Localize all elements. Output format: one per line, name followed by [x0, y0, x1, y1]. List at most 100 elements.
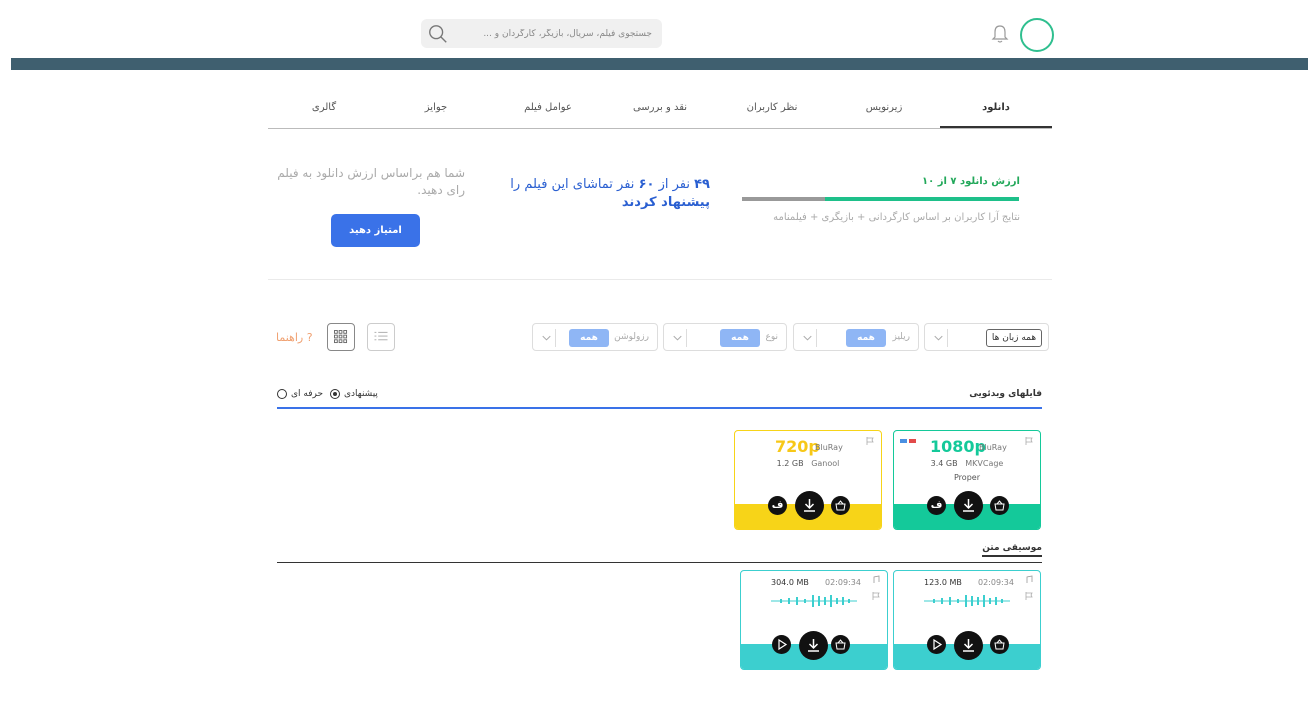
video-size: 1.2 GB	[776, 459, 804, 468]
radio-unchecked-icon	[277, 389, 287, 399]
video-encoder: MKVCage	[965, 459, 1004, 468]
rating-title: ارزش دانلود ۷ از ۱۰	[922, 176, 1020, 187]
rating-note: نتایج آرا کاربران بر اساس کارگردانی + با…	[773, 212, 1020, 223]
basket-icon	[994, 500, 1005, 511]
download-button[interactable]	[954, 631, 983, 660]
download-icon	[963, 639, 974, 652]
radio-checked-icon	[330, 389, 340, 399]
bell-icon[interactable]	[990, 23, 1010, 45]
recommend-total: ۶۰	[638, 177, 655, 192]
video-section-title: فایلهای ویدئویی	[969, 389, 1042, 399]
flag-icon[interactable]	[1024, 436, 1034, 446]
language-filter[interactable]: همه زبان ها	[924, 323, 1049, 351]
help-label: راهنما	[276, 331, 304, 344]
type-filter-label: نوع	[765, 332, 778, 342]
video-quality: 720p	[775, 437, 820, 456]
music-card[interactable]: 304.0 MB 02:09:34	[740, 570, 888, 670]
divider	[268, 279, 1052, 280]
list-icon	[374, 331, 388, 341]
header-banner	[11, 58, 1308, 70]
recommend-mid1: نفر از	[658, 177, 690, 192]
download-button[interactable]	[799, 631, 828, 660]
help-link[interactable]: ? راهنما	[276, 331, 313, 344]
music-card[interactable]: 123.0 MB 02:09:34	[893, 570, 1041, 670]
waveform-icon	[771, 595, 857, 607]
basket-button[interactable]	[990, 635, 1009, 654]
rating-bar	[742, 197, 1019, 201]
search-input[interactable]	[462, 19, 652, 48]
release-filter[interactable]: ریلیز همه	[793, 323, 919, 351]
resolution-filter-label: رزولوشن	[614, 332, 649, 342]
download-icon	[963, 499, 974, 512]
flag-icon[interactable]	[865, 436, 875, 446]
video-card-720p[interactable]: 720p BluRay 1.2 GB Ganool ف	[734, 430, 882, 530]
mode-pro-radio[interactable]: حرفه ای	[277, 389, 323, 399]
recommend-text: ۴۹ نفر از ۶۰ نفر تماشای این فیلم را پیشن…	[470, 176, 710, 212]
basket-icon	[994, 639, 1005, 650]
language-filter-value: همه زبان ها	[986, 329, 1042, 347]
play-icon	[778, 638, 788, 651]
tab-download[interactable]: دانلود	[940, 88, 1052, 128]
basket-icon	[835, 500, 846, 511]
content-tabs: دانلود زیرنویس نظر کاربران نقد و بررسی ع…	[268, 88, 1052, 129]
music-section-underline	[277, 562, 1042, 563]
chevron-down-icon	[673, 329, 687, 347]
video-meta: 3.4 GB MKVCage	[894, 459, 1040, 468]
avatar[interactable]	[1020, 18, 1054, 52]
suggest-text: شما هم براساس ارزش دانلود به فیلم رای ده…	[277, 166, 465, 197]
tab-cast-crew[interactable]: عوامل فیلم	[492, 88, 604, 128]
type-filter[interactable]: نوع همه	[663, 323, 787, 351]
video-source: BluRay	[979, 443, 1007, 452]
basket-button[interactable]	[831, 635, 850, 654]
flag-icon[interactable]	[871, 591, 881, 601]
download-icon	[808, 639, 819, 652]
play-button[interactable]	[772, 635, 791, 654]
chevron-down-icon	[803, 329, 817, 347]
music-note-icon	[1026, 575, 1033, 583]
search-icon[interactable]	[427, 23, 449, 45]
type-filter-value: همه	[720, 329, 760, 347]
recommend-mid2: نفر تماشای این فیلم را	[510, 177, 635, 192]
help-icon: ?	[306, 331, 313, 344]
play-icon	[933, 638, 943, 651]
grid-icon	[334, 330, 348, 344]
resolution-filter[interactable]: رزولوشن همه	[532, 323, 658, 351]
grid-view-button[interactable]	[327, 323, 355, 351]
basket-button[interactable]	[990, 496, 1009, 515]
chevron-down-icon	[542, 329, 556, 347]
chevron-down-icon	[934, 329, 948, 347]
release-filter-value: همه	[846, 329, 886, 347]
mode-pro-label: حرفه ای	[291, 389, 324, 399]
release-filter-label: ریلیز	[892, 332, 910, 342]
subtitle-badge[interactable]: ف	[927, 496, 946, 515]
music-duration: 02:09:34	[978, 578, 1014, 587]
tab-subtitles[interactable]: زیرنویس	[828, 88, 940, 128]
video-card-1080p[interactable]: 1080p BluRay 3.4 GB MKVCage Proper ف	[893, 430, 1041, 530]
play-button[interactable]	[927, 635, 946, 654]
rate-button[interactable]: امتیاز دهید	[331, 214, 420, 247]
video-size: 3.4 GB	[930, 459, 958, 468]
basket-button[interactable]	[831, 496, 850, 515]
subtitle-badge[interactable]: ف	[768, 496, 787, 515]
list-view-button[interactable]	[367, 323, 395, 351]
recommend-count: ۴۹	[694, 177, 710, 192]
tab-gallery[interactable]: گالری	[268, 88, 380, 128]
tab-awards[interactable]: جوایز	[380, 88, 492, 128]
mode-suggested-label: پیشنهادی	[344, 389, 378, 399]
video-encoder: Ganool	[811, 459, 840, 468]
flag-icon[interactable]	[1024, 591, 1034, 601]
video-section-underline	[277, 407, 1042, 409]
video-extra: Proper	[954, 473, 980, 482]
music-note-icon	[873, 575, 880, 583]
search-box[interactable]	[421, 19, 662, 48]
mode-suggested-radio[interactable]: پیشنهادی	[330, 389, 378, 399]
download-button[interactable]	[954, 491, 983, 520]
tab-user-comments[interactable]: نظر کاربران	[716, 88, 828, 128]
download-button[interactable]	[795, 491, 824, 520]
music-duration: 02:09:34	[825, 578, 861, 587]
waveform-icon	[924, 595, 1010, 607]
video-meta: 1.2 GB Ganool	[735, 459, 881, 468]
video-quality: 1080p	[930, 437, 986, 456]
tab-review[interactable]: نقد و بررسی	[604, 88, 716, 128]
3d-glasses-icon	[900, 439, 916, 443]
